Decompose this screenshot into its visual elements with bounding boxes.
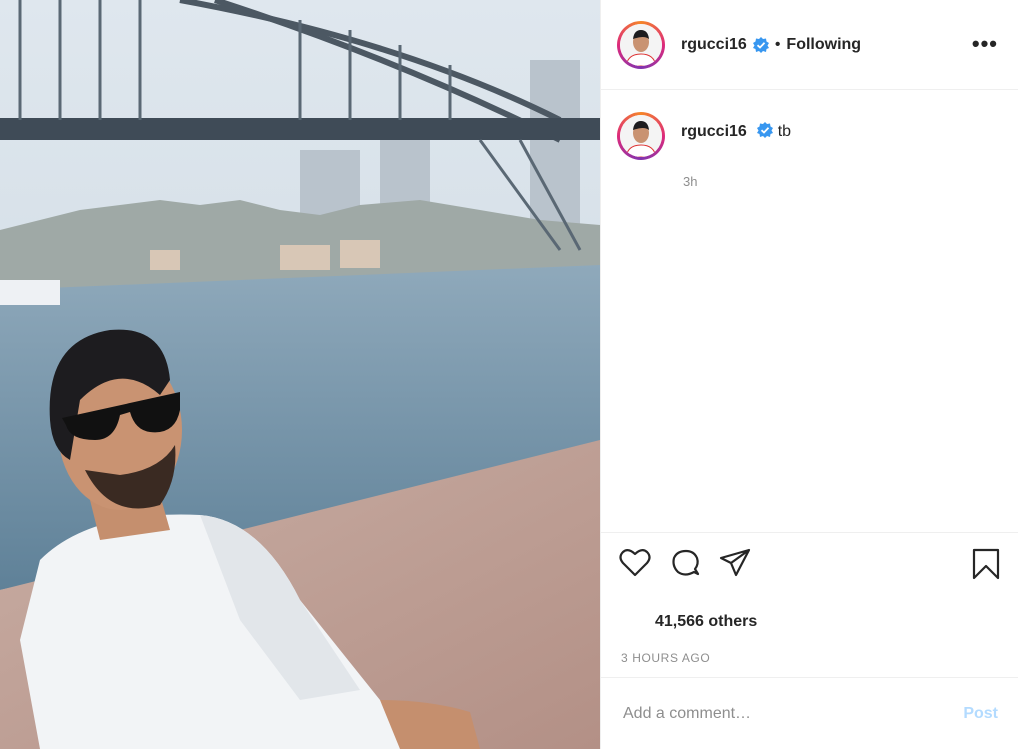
avatar-image bbox=[620, 23, 662, 66]
caption-text-block: rgucci16 tb bbox=[681, 112, 791, 160]
share-icon[interactable] bbox=[719, 548, 751, 578]
post-dialog: rgucci16 • Following ••• rgucci16 tb 3h … bbox=[0, 0, 1018, 749]
verified-badge-icon bbox=[752, 36, 769, 53]
header-username[interactable]: rgucci16 bbox=[681, 36, 747, 54]
post-photo[interactable] bbox=[0, 0, 600, 749]
caption-avatar[interactable] bbox=[617, 112, 665, 160]
more-options-icon[interactable]: ••• bbox=[972, 33, 998, 55]
avatar[interactable] bbox=[617, 20, 665, 69]
caption-body: tb bbox=[777, 123, 792, 140]
avatar-image bbox=[620, 115, 662, 157]
post-header: rgucci16 • Following ••• bbox=[601, 0, 1018, 90]
header-separator: • bbox=[774, 35, 781, 53]
action-bar bbox=[601, 532, 1018, 595]
following-button[interactable]: Following bbox=[786, 36, 861, 54]
caption-username[interactable]: rgucci16 bbox=[681, 123, 747, 140]
bookmark-icon[interactable] bbox=[971, 548, 1001, 580]
post-side-panel: rgucci16 • Following ••• rgucci16 tb 3h … bbox=[600, 0, 1018, 749]
comment-icon[interactable] bbox=[670, 548, 702, 580]
heart-icon[interactable] bbox=[619, 548, 651, 578]
post-timestamp[interactable]: 3 HOURS AGO bbox=[601, 645, 1018, 677]
likes-count[interactable]: 41,566 others bbox=[601, 595, 1018, 645]
comment-input[interactable] bbox=[621, 703, 964, 724]
comment-bar: Post bbox=[601, 677, 1018, 749]
caption: rgucci16 tb bbox=[617, 112, 1002, 160]
post-comment-button[interactable]: Post bbox=[963, 705, 998, 723]
comments-area: rgucci16 tb 3h bbox=[601, 90, 1018, 532]
photo-illustration bbox=[0, 0, 600, 749]
caption-time[interactable]: 3h bbox=[683, 174, 1002, 189]
verified-badge-icon bbox=[757, 122, 774, 138]
